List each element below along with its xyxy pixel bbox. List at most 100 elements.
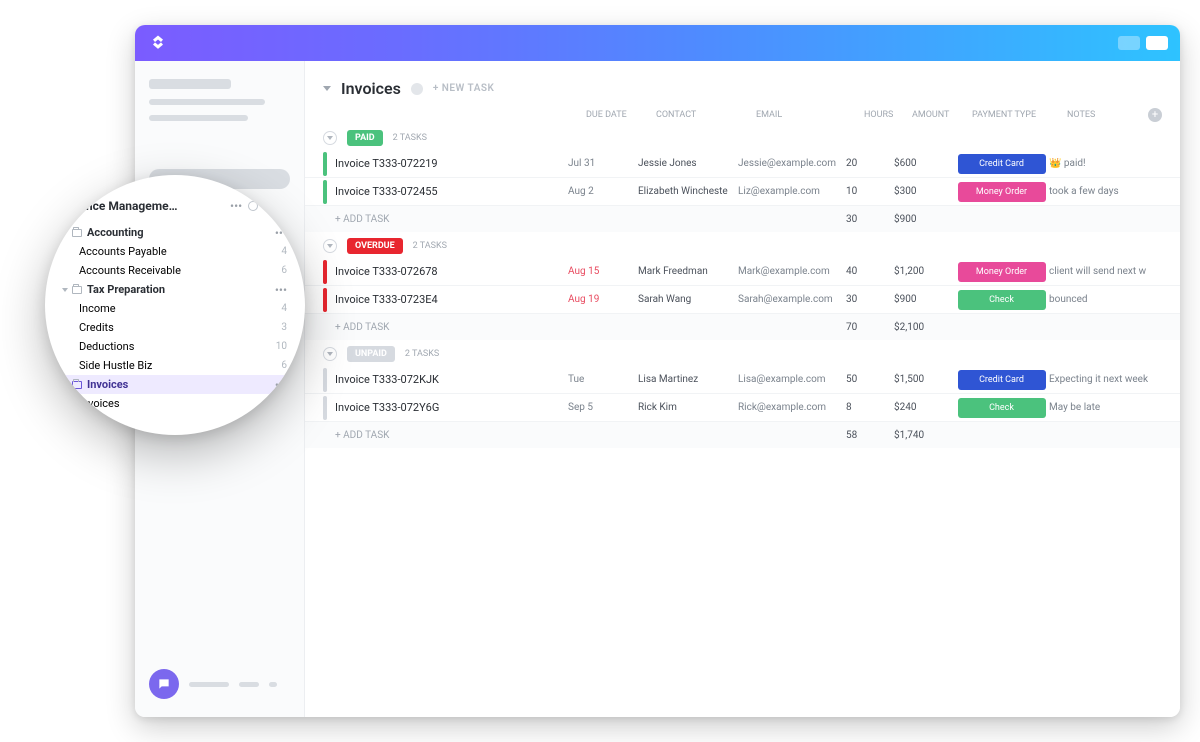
- cell-hours[interactable]: 50: [846, 374, 894, 385]
- status-bar-icon: [323, 180, 327, 204]
- invoice-title[interactable]: Invoice T333-072678: [335, 265, 438, 278]
- cell-hours[interactable]: 20: [846, 158, 894, 169]
- sidebar-list-item[interactable]: Accounts Payable4: [57, 242, 293, 261]
- cell-contact[interactable]: Jessie Jones: [638, 158, 738, 169]
- collapse-toggle-icon[interactable]: [323, 86, 331, 91]
- more-icon[interactable]: •••: [275, 284, 287, 296]
- new-task-button[interactable]: + NEW TASK: [433, 83, 495, 94]
- group-status-label[interactable]: OVERDUE: [347, 238, 403, 254]
- totals-hours: 70: [846, 322, 894, 333]
- group-status-label[interactable]: UNPAID: [347, 346, 395, 362]
- cell-notes[interactable]: bounced: [1049, 294, 1162, 305]
- tree-label: Invoices: [87, 378, 128, 391]
- search-icon[interactable]: [277, 201, 287, 211]
- payment-badge[interactable]: Credit Card: [958, 370, 1046, 390]
- cell-due[interactable]: Aug 19: [568, 294, 638, 305]
- cell-contact[interactable]: Sarah Wang: [638, 294, 738, 305]
- cell-email[interactable]: Mark@example.com: [738, 266, 846, 277]
- space-title[interactable]: Finance Manageme…: [63, 199, 178, 213]
- add-task-row[interactable]: + ADD TASK 58 $1,740: [305, 422, 1180, 448]
- cell-due[interactable]: Aug 15: [568, 266, 638, 277]
- cell-notes[interactable]: Expecting it next week: [1049, 374, 1162, 385]
- group-collapse-toggle[interactable]: [323, 131, 337, 145]
- table-row[interactable]: Invoice T333-072678 Aug 15 Mark Freedman…: [305, 258, 1180, 286]
- cell-hours[interactable]: 30: [846, 294, 894, 305]
- invoice-title[interactable]: Invoice T333-072455: [335, 185, 438, 198]
- window-maximize-button[interactable]: [1146, 36, 1168, 50]
- cell-email[interactable]: Jessie@example.com: [738, 158, 846, 169]
- payment-badge[interactable]: Check: [958, 290, 1046, 310]
- invoice-title[interactable]: Invoice T333-0723E4: [335, 293, 438, 306]
- cell-hours[interactable]: 8: [846, 402, 894, 413]
- payment-badge[interactable]: Check: [958, 398, 1046, 418]
- chevron-icon: [62, 383, 68, 387]
- cell-email[interactable]: Liz@example.com: [738, 186, 846, 197]
- col-amount[interactable]: AMOUNT: [912, 110, 972, 120]
- cell-notes[interactable]: took a few days: [1049, 186, 1162, 197]
- table-row[interactable]: Invoice T333-072455 Aug 2 Elizabeth Winc…: [305, 178, 1180, 206]
- sidebar-folder[interactable]: Accounting•••: [57, 223, 293, 242]
- col-contact[interactable]: CONTACT: [656, 110, 756, 120]
- cell-email[interactable]: Lisa@example.com: [738, 374, 846, 385]
- col-hours[interactable]: HOURS: [864, 110, 912, 120]
- cell-amount[interactable]: $1,200: [894, 266, 954, 277]
- invoice-title[interactable]: Invoice T333-072KJK: [335, 373, 439, 386]
- window-minimize-button[interactable]: [1118, 36, 1140, 50]
- payment-badge[interactable]: Money Order: [958, 262, 1046, 282]
- sidebar-folder[interactable]: Tax Preparation•••: [57, 280, 293, 299]
- cell-hours[interactable]: 10: [846, 186, 894, 197]
- totals-hours: 58: [846, 430, 894, 441]
- cell-contact[interactable]: Elizabeth Wincheste: [638, 186, 738, 197]
- col-notes[interactable]: NOTES: [1067, 110, 1136, 120]
- cell-amount[interactable]: $300: [894, 186, 954, 197]
- add-column-button[interactable]: +: [1148, 108, 1162, 122]
- table-row[interactable]: Invoice T333-072Y6G Sep 5 Rick Kim Rick@…: [305, 394, 1180, 422]
- table-row[interactable]: Invoice T333-0723E4 Aug 19 Sarah Wang Sa…: [305, 286, 1180, 314]
- add-task-row[interactable]: + ADD TASK 70 $2,100: [305, 314, 1180, 340]
- table-row[interactable]: Invoice T333-072KJK Tue Lisa Martinez Li…: [305, 366, 1180, 394]
- tree-label: Accounting: [87, 226, 143, 239]
- cell-notes[interactable]: client will send next w: [1049, 266, 1162, 277]
- cell-contact[interactable]: Mark Freedman: [638, 266, 738, 277]
- cell-due[interactable]: Jul 31: [568, 158, 638, 169]
- chevron-icon: [62, 288, 68, 292]
- cell-hours[interactable]: 40: [846, 266, 894, 277]
- group-collapse-toggle[interactable]: [323, 347, 337, 361]
- sidebar-list-item[interactable]: Credits3: [57, 318, 293, 337]
- invoice-title[interactable]: Invoice T333-072Y6G: [335, 401, 439, 414]
- group-status-label[interactable]: PAID: [347, 130, 383, 146]
- cell-contact[interactable]: Rick Kim: [638, 402, 738, 413]
- sidebar-placeholder: [149, 115, 248, 121]
- more-icon[interactable]: •••: [230, 200, 242, 212]
- cell-email[interactable]: Rick@example.com: [738, 402, 846, 413]
- col-email[interactable]: EMAIL: [756, 110, 864, 120]
- cell-due[interactable]: Sep 5: [568, 402, 638, 413]
- info-icon[interactable]: [411, 83, 423, 95]
- cell-amount[interactable]: $900: [894, 294, 954, 305]
- payment-badge[interactable]: Credit Card: [958, 154, 1046, 174]
- sidebar-list-item[interactable]: Accounts Receivable6: [57, 261, 293, 280]
- column-headers: DUE DATE CONTACT EMAIL HOURS AMOUNT PAYM…: [305, 108, 1180, 130]
- col-due[interactable]: DUE DATE: [586, 110, 656, 120]
- sidebar-list-item[interactable]: Income4: [57, 299, 293, 318]
- cell-due[interactable]: Aug 2: [568, 186, 638, 197]
- cell-due[interactable]: Tue: [568, 374, 638, 385]
- cell-notes[interactable]: 👑 paid!: [1049, 158, 1162, 169]
- table-row[interactable]: Invoice T333-072219 Jul 31 Jessie Jones …: [305, 150, 1180, 178]
- sidebar-list-item[interactable]: Deductions10: [57, 337, 293, 356]
- cell-notes[interactable]: May be late: [1049, 402, 1162, 413]
- payment-badge[interactable]: Money Order: [958, 182, 1046, 202]
- col-payment[interactable]: PAYMENT TYPE: [972, 110, 1067, 120]
- cell-amount[interactable]: $240: [894, 402, 954, 413]
- cell-amount[interactable]: $600: [894, 158, 954, 169]
- group-collapse-toggle[interactable]: [323, 239, 337, 253]
- chat-bubble-icon[interactable]: [149, 669, 179, 699]
- cell-amount[interactable]: $1,500: [894, 374, 954, 385]
- add-task-row[interactable]: + ADD TASK 30 $900: [305, 206, 1180, 232]
- sidebar-list-item[interactable]: Side Hustle Biz6: [57, 356, 293, 375]
- sidebar-folder[interactable]: Invoices•••: [57, 375, 293, 394]
- invoice-title[interactable]: Invoice T333-072219: [335, 157, 438, 170]
- cell-contact[interactable]: Lisa Martinez: [638, 374, 738, 385]
- status-bar-icon: [323, 152, 327, 176]
- cell-email[interactable]: Sarah@example.com: [738, 294, 846, 305]
